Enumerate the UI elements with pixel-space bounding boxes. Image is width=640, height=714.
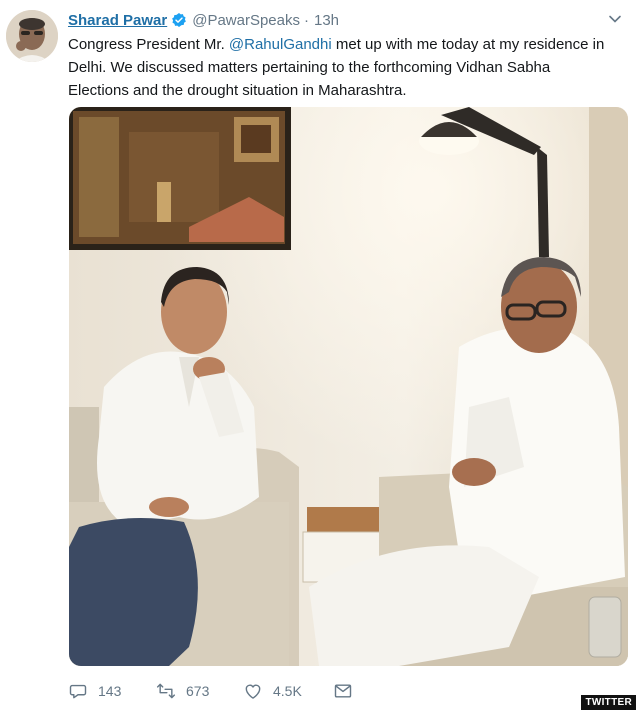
like-action[interactable]: 4.5K <box>243 680 333 702</box>
tweet-text-line3: Elections and the drought situation in M… <box>68 82 407 99</box>
author-name[interactable]: Sharad Pawar <box>68 12 167 29</box>
tweet-actions: 143 673 4.5K <box>68 680 353 702</box>
tweet-photo[interactable] <box>69 107 628 666</box>
tweet-text: Congress President Mr. @RahulGandhi met … <box>68 33 628 102</box>
author-handle[interactable]: @PawarSpeaks <box>192 12 300 29</box>
reply-icon <box>69 684 87 699</box>
mention-link[interactable]: @RahulGandhi <box>229 36 332 53</box>
reply-action[interactable]: 143 <box>68 680 156 702</box>
retweet-icon <box>156 683 176 699</box>
tweet-text-line2: Delhi. We discussed matters pertaining t… <box>68 59 551 76</box>
avatar[interactable] <box>6 10 58 62</box>
separator-dot: · <box>304 11 309 29</box>
avatar-image <box>6 10 58 62</box>
retweet-action[interactable]: 673 <box>156 680 243 702</box>
tweet-header: Sharad Pawar @PawarSpeaks · 13h <box>68 10 339 30</box>
reply-count: 143 <box>98 683 122 699</box>
timestamp[interactable]: 13h <box>314 12 339 29</box>
tweet-card: Sharad Pawar @PawarSpeaks · 13h Congress… <box>0 0 640 714</box>
tweet-text-start: Congress President Mr. <box>68 36 229 53</box>
verified-badge-icon <box>172 13 187 27</box>
tweet-text-line1-rest: met up with me today at my residence in <box>331 36 605 53</box>
message-action[interactable] <box>333 680 353 702</box>
twitter-watermark: TWITTER <box>581 695 636 710</box>
like-icon <box>245 684 261 699</box>
message-icon <box>334 684 352 698</box>
photo-image <box>69 107 628 666</box>
retweet-count: 673 <box>186 683 210 699</box>
like-count: 4.5K <box>273 683 302 699</box>
chevron-down-icon[interactable] <box>608 12 622 26</box>
